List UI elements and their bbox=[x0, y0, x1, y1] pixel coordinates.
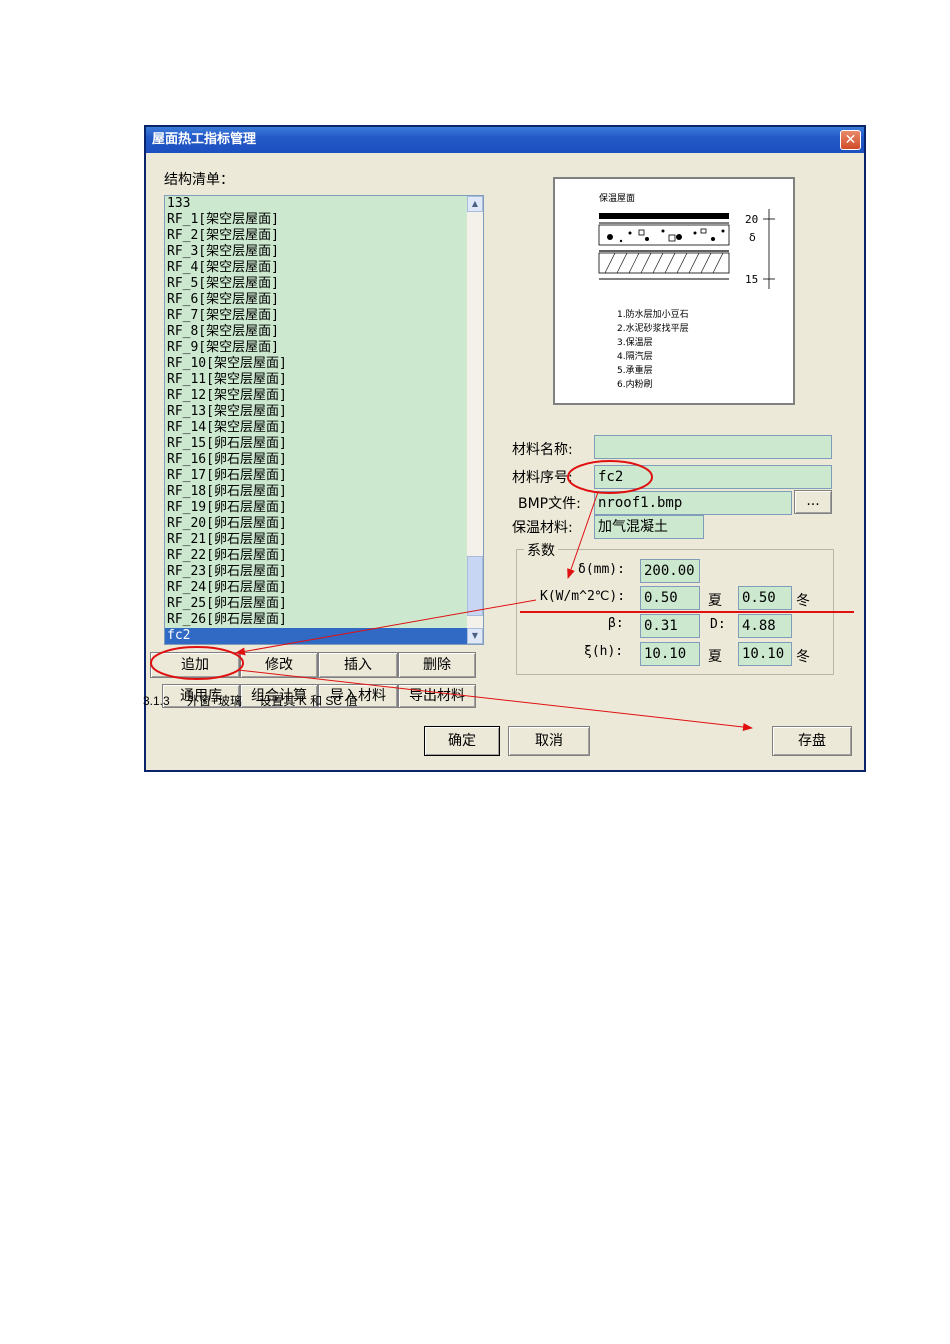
scroll-up-icon[interactable]: ▲ bbox=[467, 196, 483, 212]
dim-bottom-label: 15 bbox=[745, 273, 758, 286]
xi-winter-field[interactable]: 10.10 bbox=[738, 642, 792, 666]
roof-thermal-dialog: 屋面热工指标管理 ✕ 结构清单： 133 RF_1[架空层屋面] RF_2[架空层屋… bbox=[144, 125, 866, 772]
legend-item-2: 2.水泥砂浆找平层 bbox=[617, 322, 689, 334]
structure-listbox[interactable]: 133 RF_1[架空层屋面] RF_2[架空层屋面] RF_3[架空层屋面] RF_4… bbox=[164, 195, 484, 645]
list-item[interactable]: RF_2[架空层屋面] bbox=[165, 228, 468, 244]
xi-label: ξ(h): bbox=[584, 644, 624, 659]
list-item[interactable]: RF_23[卵石层屋面] bbox=[165, 564, 468, 580]
list-item[interactable]: RF_26[卵石层屋面] bbox=[165, 612, 468, 628]
k-label: K(W/m^2℃): bbox=[540, 589, 626, 604]
list-item[interactable]: RF_14[架空层屋面] bbox=[165, 420, 468, 436]
dim-top-label: 20 bbox=[745, 213, 758, 226]
legend-item-6: 6.内粉刷 bbox=[617, 378, 653, 390]
dialog-title: 屋面热工指标管理 bbox=[152, 132, 257, 147]
structure-preview-image: 保温屋面 20 δ 15 1.防水层加小豆石 2.水泥砂浆找平层 3.保温层 4… bbox=[553, 177, 795, 405]
material-name-field[interactable] bbox=[594, 435, 832, 459]
list-item[interactable]: RF_9[架空层屋面] bbox=[165, 340, 468, 356]
close-icon[interactable]: ✕ bbox=[840, 130, 861, 150]
delete-button[interactable]: 删除 bbox=[398, 652, 476, 678]
material-name-label: 材料名称: bbox=[512, 442, 573, 458]
xi-summer-label: 夏 bbox=[708, 649, 722, 665]
structure-list-items: 133 RF_1[架空层屋面] RF_2[架空层屋面] RF_3[架空层屋面] RF_4… bbox=[165, 196, 468, 644]
list-item[interactable]: RF_24[卵石层屋面] bbox=[165, 580, 468, 596]
list-item[interactable]: RF_11[架空层屋面] bbox=[165, 372, 468, 388]
xi-summer-field[interactable]: 10.10 bbox=[640, 642, 700, 666]
scroll-down-icon[interactable]: ▼ bbox=[467, 628, 483, 644]
list-item[interactable]: RF_13[架空层屋面] bbox=[165, 404, 468, 420]
k-winter-label: 冬 bbox=[796, 593, 810, 609]
legend-item-4: 4.隔汽层 bbox=[617, 350, 653, 362]
list-item[interactable]: RF_6[架空层屋面] bbox=[165, 292, 468, 308]
beta-label: β: bbox=[608, 616, 624, 631]
delta-label: δ(mm): bbox=[578, 562, 625, 577]
ok-button[interactable]: 确定 bbox=[424, 726, 500, 756]
list-item[interactable]: RF_3[架空层屋面] bbox=[165, 244, 468, 260]
list-item[interactable]: RF_12[架空层屋面] bbox=[165, 388, 468, 404]
caption-number: 3.1.3 bbox=[143, 694, 170, 708]
k-summer-field[interactable]: 0.50 bbox=[640, 586, 700, 610]
list-scrollbar[interactable]: ▲ ▼ bbox=[467, 196, 483, 644]
insulation-label: 保温材料: bbox=[512, 520, 573, 536]
scroll-thumb[interactable] bbox=[467, 556, 483, 616]
list-item[interactable]: RF_20[卵石层屋面] bbox=[165, 516, 468, 532]
caption-description: 设置其 K 和 SC 值 bbox=[259, 694, 358, 708]
dialog-title-bar[interactable]: 屋面热工指标管理 ✕ bbox=[146, 127, 864, 153]
save-button[interactable]: 存盘 bbox=[772, 726, 852, 756]
list-item[interactable]: RF_5[架空层屋面] bbox=[165, 276, 468, 292]
legend-item-1: 1.防水层加小豆石 bbox=[617, 308, 689, 320]
insert-button[interactable]: 插入 bbox=[318, 652, 398, 678]
list-item[interactable]: RF_25[卵石层屋面] bbox=[165, 596, 468, 612]
append-button[interactable]: 追加 bbox=[150, 652, 240, 678]
caption-title: 外窗+玻璃 bbox=[187, 694, 243, 708]
legend-item-5: 5.承重层 bbox=[617, 364, 653, 376]
d-label: D: bbox=[710, 617, 726, 632]
list-item[interactable]: RF_17[卵石层屋面] bbox=[165, 468, 468, 484]
list-item[interactable]: RF_1[架空层屋面] bbox=[165, 212, 468, 228]
xi-winter-label: 冬 bbox=[796, 649, 810, 665]
k-winter-field[interactable]: 0.50 bbox=[738, 586, 792, 610]
list-item[interactable]: RF_18[卵石层屋面] bbox=[165, 484, 468, 500]
material-seq-label: 材料序号: bbox=[512, 470, 573, 486]
beta-field[interactable]: 0.31 bbox=[640, 614, 700, 638]
bmp-file-field[interactable]: nroof1.bmp bbox=[594, 491, 792, 515]
list-item[interactable]: RF_15[卵石层屋面] bbox=[165, 436, 468, 452]
k-summer-label: 夏 bbox=[708, 593, 722, 609]
list-item[interactable]: RF_22[卵石层屋面] bbox=[165, 548, 468, 564]
cancel-button[interactable]: 取消 bbox=[508, 726, 590, 756]
export-material-button[interactable]: 导出材料 bbox=[398, 684, 476, 708]
preview-title: 保温屋面 bbox=[599, 192, 635, 204]
bmp-file-label: BMP文件: bbox=[518, 496, 581, 512]
list-item[interactable]: RF_16[卵石层屋面] bbox=[165, 452, 468, 468]
delta-field[interactable]: 200.00 bbox=[640, 559, 700, 583]
d-field[interactable]: 4.88 bbox=[738, 614, 792, 638]
legend-item-3: 3.保温层 bbox=[617, 336, 653, 348]
browse-button[interactable]: ... bbox=[794, 490, 832, 514]
list-item[interactable]: RF_8[架空层屋面] bbox=[165, 324, 468, 340]
list-item[interactable]: RF_19[卵石层屋面] bbox=[165, 500, 468, 516]
section-caption: 3.1.3 外窗+玻璃 设置其 K 和 SC 值 bbox=[143, 692, 371, 709]
dim-delta-label: δ bbox=[749, 231, 756, 244]
material-seq-field[interactable]: fc2 bbox=[594, 465, 832, 489]
list-item[interactable]: RF_21[卵石层屋面] bbox=[165, 532, 468, 548]
modify-button[interactable]: 修改 bbox=[240, 652, 318, 678]
roof-section-drawing: 保温屋面 20 δ 15 1.防水层加小豆石 2.水泥砂浆找平层 3.保温层 4… bbox=[598, 192, 775, 390]
list-item[interactable]: 133 bbox=[165, 196, 468, 212]
list-item[interactable]: RF_10[架空层屋面] bbox=[165, 356, 468, 372]
list-item[interactable]: fc2 bbox=[165, 628, 468, 644]
insulation-field[interactable]: 加气混凝土 bbox=[594, 515, 704, 539]
coefficient-group-label: 系数 bbox=[524, 540, 558, 560]
list-item[interactable]: RF_7[架空层屋面] bbox=[165, 308, 468, 324]
list-item[interactable]: RF_4[架空层屋面] bbox=[165, 260, 468, 276]
structure-list-label: 结构清单： bbox=[164, 172, 234, 188]
